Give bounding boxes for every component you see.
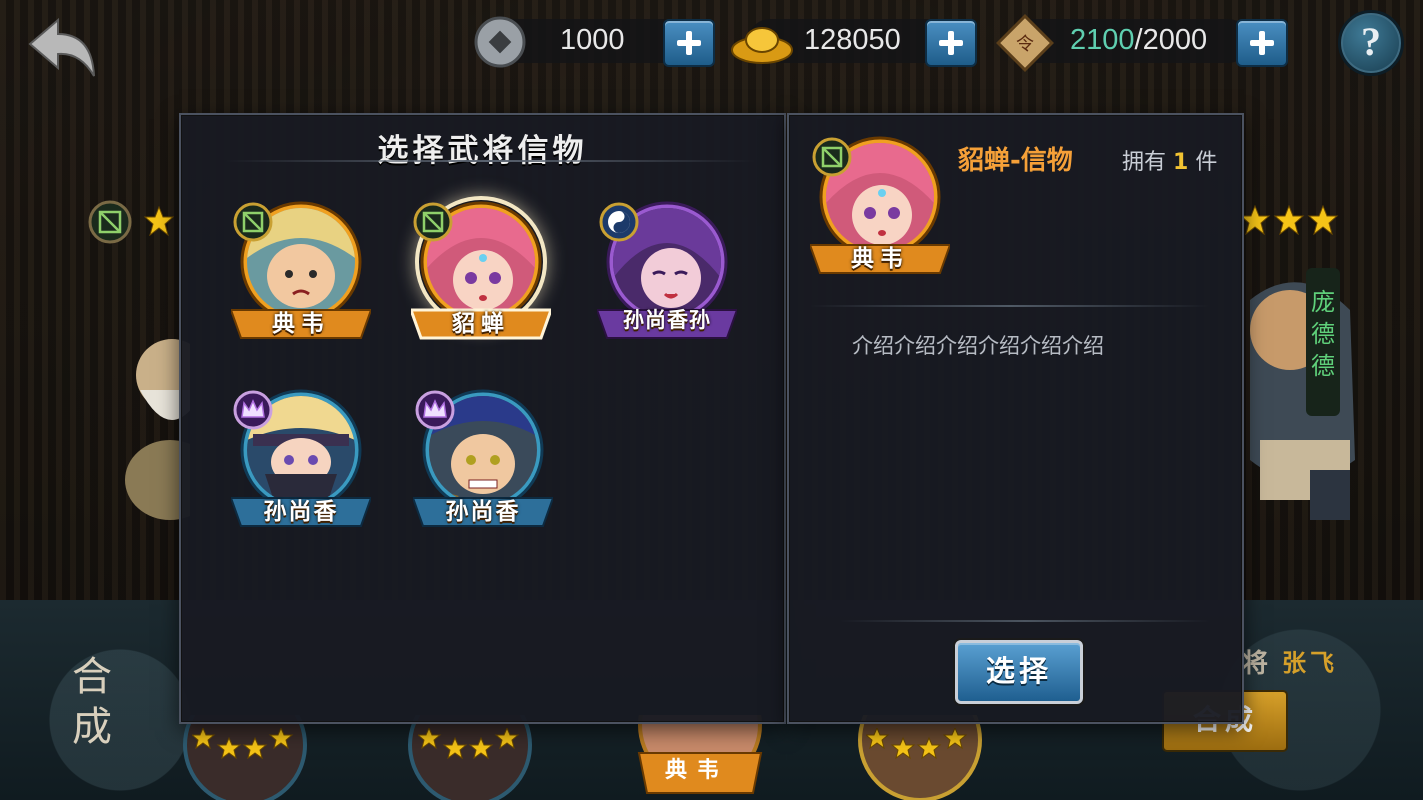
gold-value: 128050 — [804, 24, 901, 56]
detail-description: 介绍介绍介绍介绍介绍介绍 — [852, 334, 1104, 358]
token-card-diaochan[interactable]: 貂蝉 — [411, 200, 551, 350]
bow-badge-icon — [88, 200, 132, 244]
stamina-current: 2100 — [1070, 24, 1135, 56]
bottom-card-name: 典韦 — [665, 757, 730, 783]
detail-item-name: 貂蝉-信物 — [958, 146, 1073, 176]
merge-side-label: 合 成 — [66, 652, 118, 752]
background-star-row — [1240, 205, 1339, 235]
copper-coin-icon — [474, 16, 526, 68]
bow-badge-icon — [233, 202, 273, 242]
coin-value: 1000 — [560, 24, 625, 56]
bow-badge-icon — [812, 137, 852, 177]
stamina-max: /2000 — [1134, 24, 1208, 56]
back-arrow-icon[interactable] — [24, 14, 100, 80]
merge-label-top: 合 — [72, 654, 112, 700]
token-card-sunshangxiang-1[interactable]: 孙尚香 — [231, 388, 371, 538]
bottom-star-row-1 — [192, 728, 294, 760]
owned-prefix: 拥有 — [1122, 150, 1167, 175]
token-card-sunshangxiang-2[interactable]: 孙尚香 — [413, 388, 553, 538]
title-divider — [225, 160, 755, 162]
merge-label-bottom: 成 — [72, 704, 112, 750]
general-name: 张飞 — [1282, 648, 1338, 677]
bottom-star-row-2 — [418, 728, 520, 760]
help-button[interactable]: ? — [1338, 10, 1404, 76]
select-button[interactable]: 选择 — [955, 640, 1083, 704]
bow-badge-icon — [413, 202, 453, 242]
background-hero-right — [1250, 282, 1355, 520]
add-gold-button[interactable] — [925, 19, 977, 67]
star-icon — [144, 206, 174, 236]
stamina-value: 2100/2000 — [1070, 24, 1207, 57]
detail-divider — [810, 305, 1210, 307]
detail-owned-count: 拥有 1 件 — [1122, 144, 1217, 176]
crown-badge-icon — [415, 390, 455, 430]
card-name: 孙尚香 — [263, 498, 339, 525]
card-name: 典韦 — [272, 310, 330, 337]
general-label: 将 — [1242, 649, 1269, 679]
background-vertical-name: 庞德德 — [1306, 268, 1340, 416]
crown-badge-icon — [233, 390, 273, 430]
detail-bottom-divider — [840, 620, 1210, 622]
card-name: 貂蝉 — [452, 310, 510, 337]
token-card-sunshangxiang-purple[interactable]: 孙尚香孙 — [597, 200, 737, 350]
add-stamina-button[interactable] — [1236, 19, 1288, 67]
bottom-star-row-4 — [866, 728, 968, 760]
panel-title: 选择武将信物 — [377, 133, 588, 169]
owned-number: 1 — [1173, 150, 1189, 175]
yin-yang-badge-icon — [599, 202, 639, 242]
owned-suffix: 件 — [1195, 150, 1218, 175]
seal-token-icon: 令 — [996, 14, 1054, 72]
card-name: 孙尚香孙 — [623, 307, 711, 332]
token-card-dianwei[interactable]: 典韦 — [231, 200, 371, 350]
card-name: 孙尚香 — [445, 498, 521, 525]
add-coins-button[interactable] — [663, 19, 715, 67]
gold-ingot-icon — [731, 27, 793, 64]
svg-text:令: 令 — [1016, 34, 1034, 55]
detail-portrait: 典韦 — [810, 135, 950, 285]
detail-portrait-name: 典韦 — [851, 245, 909, 272]
